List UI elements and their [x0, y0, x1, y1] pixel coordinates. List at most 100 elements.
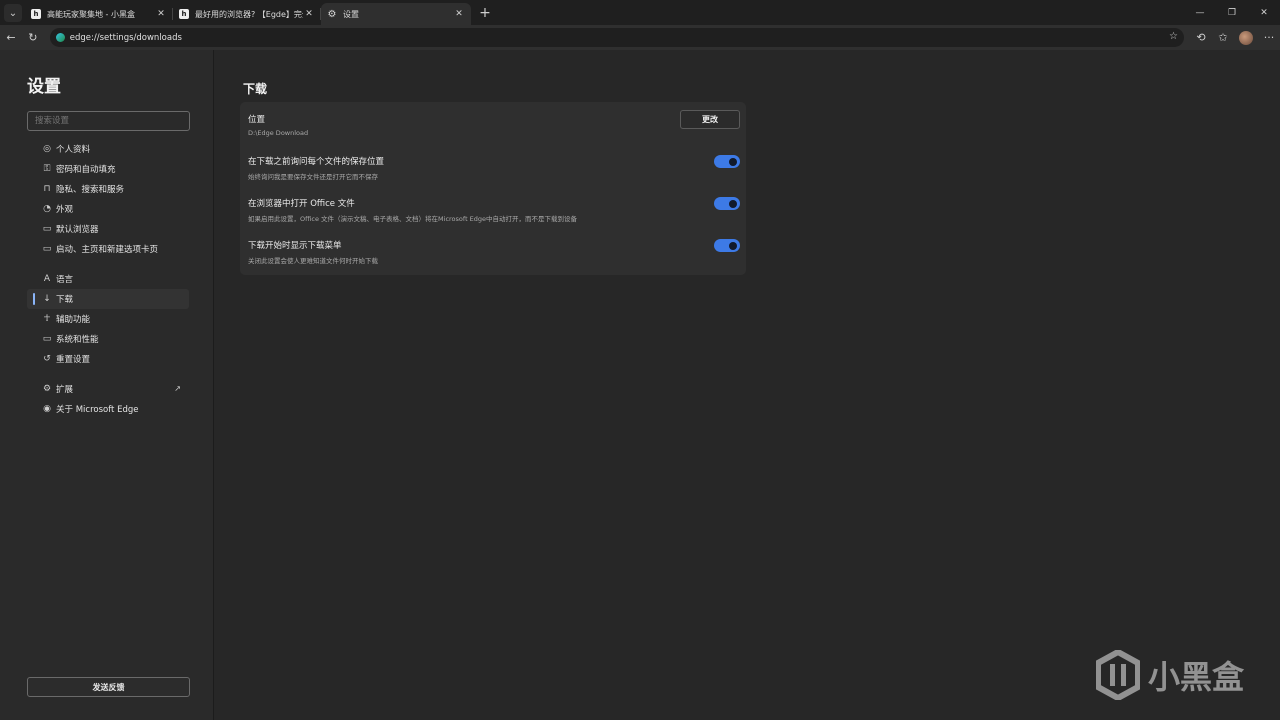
address-bar[interactable]: edge://settings/downloads ☆ [49, 28, 1184, 47]
sidebar-item-label: 下载 [56, 295, 74, 305]
sidebar-item-language[interactable]: A 语言 [27, 269, 189, 289]
settings-sidebar: 设置 ◎ 个人资料 ⚿ 密码和自动填充 ⊓ 隐私、搜索和服务 ◔ 外观 ▭ 默认浏览器 ▭… [0, 50, 214, 720]
refresh-icon[interactable]: ↻ [22, 27, 44, 49]
browser-tab-active[interactable]: ⚙ 设置 ✕ [321, 3, 471, 25]
more-dots-icon[interactable]: ··· [1258, 27, 1280, 49]
change-location-button[interactable]: 更改 [680, 110, 740, 129]
sidebar-item-label: 系统和性能 [56, 335, 99, 345]
tab-title: 最好用的浏览器? 【Egde】完全体 [195, 9, 303, 19]
sidebar-item-accessibility[interactable]: ☥ 辅助功能 [27, 309, 189, 329]
toggle-knob [729, 199, 737, 208]
key-icon: ⚿ [43, 164, 51, 174]
tab-actions-chevron-icon[interactable]: ⌄ [4, 4, 22, 22]
tab-title: 高能玩家聚集地 - 小黑盒 [47, 9, 135, 19]
avatar[interactable] [1239, 30, 1253, 45]
settings-content: 下载 位置 D:\Edge Download 更改 在下载之前询问每个文件的保存… [215, 50, 1280, 720]
settings-nav: ◎ 个人资料 ⚿ 密码和自动填充 ⊓ 隐私、搜索和服务 ◔ 外观 ▭ 默认浏览器 ▭ 启动、… [27, 139, 189, 419]
location-path: D:\Edge Download [248, 129, 309, 137]
setting-description: 如果启用此设置，Office 文件（演示文稿、电子表格、文档）将在Microso… [248, 215, 578, 223]
window-controls: — ❐ ✕ [1184, 0, 1280, 25]
sidebar-item-reset[interactable]: ↺ 重置设置 [27, 349, 189, 369]
heybox-icon: h [179, 9, 189, 19]
ask-save-location-toggle[interactable] [714, 155, 740, 168]
search-settings-input[interactable] [27, 111, 190, 131]
sidebar-item-label: 个人资料 [56, 145, 91, 155]
sidebar-item-downloads[interactable]: ↓ 下载 [27, 289, 189, 309]
lock-icon: ⊓ [43, 184, 51, 194]
setting-row: 在下载之前询问每个文件的保存位置 始终询问我是要保存文件还是打开它而不保存 [248, 155, 740, 181]
sidebar-item-startup[interactable]: ▭ 启动、主页和新建选项卡页 [27, 239, 189, 259]
sidebar-item-label: 重置设置 [56, 355, 91, 365]
favorite-star-icon[interactable]: ☆ [1169, 31, 1178, 42]
tab-strip: ⌄ h 高能玩家聚集地 - 小黑盒 ✕ h 最好用的浏览器? 【Egde】完全体… [0, 0, 1280, 25]
settings-title: 设置 [27, 77, 61, 97]
heybox-icon: h [31, 9, 41, 19]
sidebar-item-label: 语言 [56, 275, 74, 285]
favorites-icon[interactable]: ✩ [1212, 27, 1234, 49]
accessibility-icon: ☥ [43, 314, 51, 324]
sidebar-item-system[interactable]: ▭ 系统和性能 [27, 329, 189, 349]
open-office-files-toggle[interactable] [714, 197, 740, 210]
new-tab-plus-icon[interactable]: + [475, 3, 495, 23]
download-icon: ↓ [43, 294, 51, 304]
sidebar-item-about[interactable]: ◉ 关于 Microsoft Edge [27, 399, 189, 419]
extensions-icon: ⚙ [42, 384, 52, 394]
setting-row: 下载开始时显示下载菜单 关闭此设置会使人更难知道文件何时开始下载 [248, 239, 740, 265]
heybox-logo-icon [1095, 650, 1140, 700]
toggle-knob [729, 157, 737, 166]
sidebar-item-label: 关于 Microsoft Edge [56, 405, 139, 415]
sidebar-item-extensions[interactable]: ⚙ 扩展 ↗ [27, 379, 189, 399]
show-downloads-menu-toggle[interactable] [714, 239, 740, 252]
close-tab-icon[interactable]: ✕ [453, 9, 465, 19]
heybox-watermark: 小黑盒 [1095, 650, 1244, 700]
restore-icon[interactable]: ❐ [1216, 0, 1248, 25]
sidebar-item-profile[interactable]: ◎ 个人资料 [27, 139, 189, 159]
browser-icon: ▭ [42, 224, 52, 234]
location-label: 位置 [248, 115, 266, 125]
minimize-icon[interactable]: — [1184, 0, 1216, 25]
sidebar-item-appearance[interactable]: ◔ 外观 [27, 199, 189, 219]
tab-title: 设置 [343, 9, 359, 19]
external-link-icon: ↗ [174, 384, 181, 393]
setting-label: 在下载之前询问每个文件的保存位置 [248, 157, 385, 167]
send-feedback-button[interactable]: 发送反馈 [27, 677, 190, 697]
browser-tab[interactable]: h 最好用的浏览器? 【Egde】完全体 ✕ [173, 3, 321, 25]
setting-row: 在浏览器中打开 Office 文件 如果启用此设置，Office 文件（演示文稿… [248, 197, 740, 223]
edge-icon: ◉ [43, 404, 51, 414]
setting-label: 在浏览器中打开 Office 文件 [248, 199, 355, 209]
close-window-icon[interactable]: ✕ [1248, 0, 1280, 25]
location-row: 位置 D:\Edge Download 更改 [248, 110, 740, 137]
browser-tab[interactable]: h 高能玩家聚集地 - 小黑盒 ✕ [25, 3, 173, 25]
setting-label: 下载开始时显示下载菜单 [248, 241, 342, 251]
sidebar-item-label: 默认浏览器 [56, 225, 99, 235]
language-icon: A [43, 274, 51, 284]
sidebar-item-privacy[interactable]: ⊓ 隐私、搜索和服务 [27, 179, 189, 199]
url-text: edge://settings/downloads [69, 32, 182, 43]
back-arrow-icon[interactable]: ← [0, 27, 22, 49]
watermark-text: 小黑盒 [1147, 658, 1244, 696]
laptop-icon: ▭ [42, 334, 52, 344]
sidebar-item-default-browser[interactable]: ▭ 默认浏览器 [27, 219, 189, 239]
gear-icon: ⚙ [327, 8, 337, 20]
sidebar-item-label: 启动、主页和新建选项卡页 [56, 245, 159, 255]
appearance-icon: ◔ [43, 204, 51, 214]
sidebar-item-label: 外观 [56, 205, 74, 215]
browser-toolbar: ← ↻ edge://settings/downloads ☆ ⟲ ✩ ··· [0, 25, 1280, 50]
sidebar-item-label: 辅助功能 [56, 315, 91, 325]
edge-icon [55, 33, 65, 42]
sidebar-item-label: 扩展 [56, 385, 74, 395]
close-tab-icon[interactable]: ✕ [155, 9, 167, 19]
home-icon: ▭ [42, 244, 52, 254]
setting-description: 关闭此设置会使人更难知道文件何时开始下载 [248, 257, 378, 265]
reset-icon: ↺ [43, 354, 51, 364]
toggle-knob [729, 241, 737, 250]
downloads-settings-card: 位置 D:\Edge Download 更改 在下载之前询问每个文件的保存位置 … [240, 102, 746, 275]
sidebar-item-passwords[interactable]: ⚿ 密码和自动填充 [27, 159, 189, 179]
setting-description: 始终询问我是要保存文件还是打开它而不保存 [248, 173, 378, 181]
close-tab-icon[interactable]: ✕ [303, 9, 315, 19]
extensions-puzzle-icon[interactable]: ⟲ [1190, 27, 1212, 49]
profile-icon: ◎ [43, 144, 51, 154]
page-title: 下载 [243, 82, 268, 96]
